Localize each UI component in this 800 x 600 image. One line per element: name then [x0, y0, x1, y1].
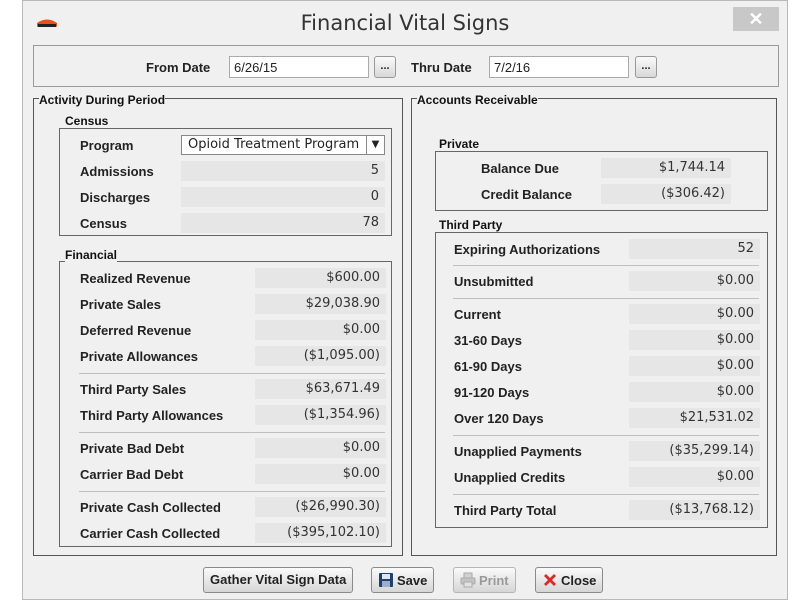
from-date-input[interactable] — [229, 56, 369, 78]
deferred-revenue-value: $0.00 — [255, 320, 386, 340]
third-party-total-value: ($13,768.12) — [629, 500, 760, 520]
window-close-button[interactable]: ✕ — [733, 7, 779, 31]
current-value: $0.00 — [629, 304, 760, 324]
unapplied-payments-value: ($35,299.14) — [629, 441, 760, 461]
activity-panel-title: Activity During Period — [39, 93, 166, 107]
carrier-bad-debt-label: Carrier Bad Debt — [80, 467, 184, 482]
title-bar: Financial Vital Signs ✕ — [23, 1, 787, 45]
divider — [453, 298, 759, 299]
window-title: Financial Vital Signs — [300, 11, 510, 35]
realized-revenue-value: $600.00 — [255, 268, 386, 288]
private-sales-label: Private Sales — [80, 297, 161, 312]
third-party-group-title: Third Party — [439, 218, 503, 232]
save-button-label: Save — [397, 573, 428, 588]
close-button[interactable]: Close — [535, 567, 604, 593]
date-range-bar: From Date ... Thru Date ... — [33, 45, 779, 87]
current-label: Current — [454, 307, 501, 322]
program-label: Program — [80, 138, 134, 153]
third-party-allowances-label: Third Party Allowances — [80, 408, 224, 423]
gather-button-label: Gather Vital Sign Data — [210, 572, 347, 587]
private-cash-collected-value: ($26,990.30) — [255, 497, 386, 517]
unsubmitted-value: $0.00 — [629, 271, 760, 291]
carrier-bad-debt-value: $0.00 — [255, 464, 386, 484]
divider — [453, 435, 759, 436]
floppy-disk-icon — [379, 573, 393, 587]
third-party-total-label: Third Party Total — [454, 503, 557, 518]
expiring-authorizations-label: Expiring Authorizations — [454, 242, 601, 257]
days-31-60-value: $0.00 — [629, 330, 760, 350]
red-x-icon — [544, 574, 556, 586]
thru-date-picker-button[interactable]: ... — [635, 56, 657, 78]
unapplied-credits-value: $0.00 — [629, 467, 760, 487]
private-group-title: Private — [439, 137, 480, 151]
unapplied-payments-label: Unapplied Payments — [454, 444, 582, 459]
divider — [79, 432, 385, 433]
days-61-90-value: $0.00 — [629, 356, 760, 376]
divider — [453, 494, 759, 495]
divider — [453, 265, 759, 266]
days-91-120-value: $0.00 — [629, 382, 760, 402]
printer-icon — [460, 572, 476, 588]
carrier-cash-collected-label: Carrier Cash Collected — [80, 526, 221, 541]
private-allowances-label: Private Allowances — [80, 349, 199, 364]
divider — [79, 373, 385, 374]
from-date-picker-button[interactable]: ... — [374, 56, 396, 78]
over-120-days-label: Over 120 Days — [454, 411, 544, 426]
thru-date-label: Thru Date — [411, 60, 472, 75]
deferred-revenue-label: Deferred Revenue — [80, 323, 192, 338]
third-party-sales-label: Third Party Sales — [80, 382, 187, 397]
credit-balance-value: ($306.42) — [601, 184, 731, 204]
balance-due-value: $1,744.14 — [601, 158, 731, 178]
chevron-down-icon: ▼ — [366, 136, 384, 154]
third-party-sales-value: $63,671.49 — [255, 379, 386, 399]
private-sales-value: $29,038.90 — [255, 294, 386, 314]
private-bad-debt-label: Private Bad Debt — [80, 441, 185, 456]
third-party-allowances-value: ($1,354.96) — [255, 405, 386, 425]
carrier-cash-collected-value: ($395,102.10) — [255, 523, 386, 543]
census-group-title: Census — [65, 114, 109, 128]
realized-revenue-label: Realized Revenue — [80, 271, 191, 286]
program-select[interactable]: Opioid Treatment Program ▼ — [181, 135, 385, 155]
discharges-label: Discharges — [80, 190, 151, 205]
private-cash-collected-label: Private Cash Collected — [80, 500, 221, 515]
save-button[interactable]: Save — [371, 567, 435, 593]
thru-date-input[interactable] — [489, 56, 629, 78]
over-120-days-value: $21,531.02 — [629, 408, 760, 428]
divider — [79, 491, 385, 492]
days-31-60-label: 31-60 Days — [454, 333, 522, 348]
print-button[interactable]: Print — [453, 567, 516, 593]
print-button-label: Print — [479, 573, 509, 588]
financial-vital-signs-window: Financial Vital Signs ✕ From Date ... Th… — [22, 0, 788, 600]
unapplied-credits-label: Unapplied Credits — [454, 470, 566, 485]
private-bad-debt-value: $0.00 — [255, 438, 386, 458]
discharges-value: 0 — [181, 187, 385, 207]
gather-vital-sign-data-button[interactable]: Gather Vital Sign Data — [203, 567, 354, 593]
program-select-value: Opioid Treatment Program — [188, 137, 360, 152]
census-count-label: Census — [80, 216, 127, 231]
receivable-panel-title: Accounts Receivable — [417, 93, 538, 107]
admissions-label: Admissions — [80, 164, 154, 179]
days-61-90-label: 61-90 Days — [454, 359, 522, 374]
expiring-authorizations-value: 52 — [629, 239, 760, 259]
financial-group-title: Financial — [65, 248, 118, 262]
days-91-120-label: 91-120 Days — [454, 385, 530, 400]
from-date-label: From Date — [146, 60, 211, 75]
unsubmitted-label: Unsubmitted — [454, 274, 534, 289]
balance-due-label: Balance Due — [481, 161, 560, 176]
close-button-label: Close — [561, 573, 597, 588]
census-count-value: 78 — [181, 213, 385, 233]
private-allowances-value: ($1,095.00) — [255, 346, 386, 366]
credit-balance-label: Credit Balance — [481, 187, 573, 202]
admissions-value: 5 — [181, 161, 385, 181]
